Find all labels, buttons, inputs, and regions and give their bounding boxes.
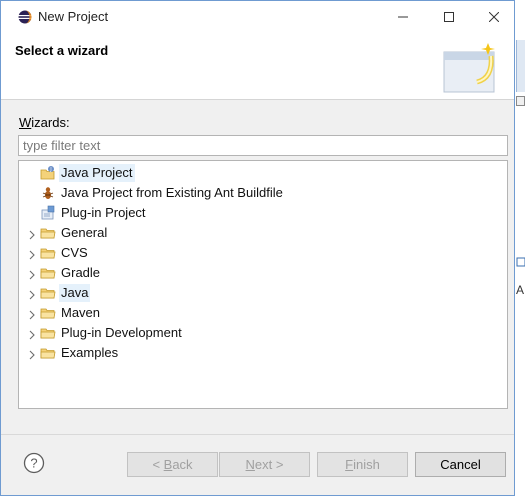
- chevron-right-icon[interactable]: [27, 248, 37, 260]
- next-button[interactable]: Next >: [219, 452, 310, 477]
- tree-item-label: Gradle: [61, 265, 101, 280]
- java-project-icon: J: [40, 165, 56, 181]
- tree-item-label: Java: [59, 284, 91, 302]
- chevron-right-icon[interactable]: [27, 228, 37, 240]
- chevron-right-icon[interactable]: [27, 308, 37, 320]
- tree-item-label: Plug-in Development: [61, 325, 182, 340]
- minimize-icon: [398, 16, 408, 17]
- wizard-tree[interactable]: J Java Project Java Project from Existing …: [18, 160, 508, 409]
- tree-item-label: CVS: [61, 245, 88, 260]
- chevron-right-icon[interactable]: [27, 268, 37, 280]
- eclipse-icon: [18, 10, 32, 24]
- filter-input[interactable]: [18, 135, 508, 156]
- minimize-button[interactable]: [380, 1, 426, 32]
- tree-item[interactable]: Java Project from Existing Ant Buildfile: [19, 183, 507, 203]
- background-window-edge: [516, 40, 525, 92]
- ant-project-icon: [40, 185, 56, 201]
- tree-item[interactable]: Gradle: [19, 263, 507, 283]
- wizards-label: Wizards:: [19, 115, 70, 130]
- tree-item[interactable]: CVS: [19, 243, 507, 263]
- tree-item[interactable]: General: [19, 223, 507, 243]
- tree-item[interactable]: J Java Project: [19, 163, 507, 183]
- title-bar: New Project: [1, 1, 514, 32]
- tree-item-label: Maven: [61, 305, 101, 320]
- folder-icon: [40, 345, 56, 361]
- background-window-icon: [516, 256, 525, 270]
- folder-icon: [40, 225, 56, 241]
- close-icon: [489, 11, 499, 22]
- back-button[interactable]: < Back: [127, 452, 218, 477]
- help-icon[interactable]: ?: [23, 452, 45, 474]
- chevron-right-icon[interactable]: [27, 328, 37, 340]
- chevron-right-icon[interactable]: [27, 288, 37, 300]
- folder-icon: [40, 245, 56, 261]
- tree-item-label: Java Project from Existing Ant Buildfile: [61, 185, 283, 200]
- maximize-button[interactable]: [426, 1, 472, 32]
- tree-item-label: Java Project: [59, 164, 135, 182]
- chevron-right-icon[interactable]: [27, 348, 37, 360]
- tree-item-label: Plug-in Project: [61, 205, 146, 220]
- plugin-project-icon: [40, 205, 56, 221]
- tree-item[interactable]: Plug-in Project: [19, 203, 507, 223]
- close-button[interactable]: [471, 1, 514, 32]
- folder-icon: [40, 265, 56, 281]
- maximize-icon: [444, 11, 454, 22]
- cancel-button[interactable]: Cancel: [415, 452, 506, 477]
- new-project-dialog: New Project Select a wizard Wizards: J Ja…: [0, 0, 515, 496]
- tree-item[interactable]: Maven: [19, 303, 507, 323]
- folder-icon: [40, 285, 56, 301]
- tree-item-label: General: [61, 225, 108, 240]
- page-title: Select a wizard: [15, 43, 109, 58]
- finish-button[interactable]: Finish: [317, 452, 408, 477]
- folder-icon: [40, 325, 56, 341]
- tree-item[interactable]: Examples: [19, 343, 507, 363]
- new-wizard-banner-icon: [443, 43, 495, 93]
- tree-item-label: Examples: [61, 345, 119, 360]
- svg-text:J: J: [49, 167, 51, 173]
- tree-item[interactable]: Java: [19, 283, 507, 303]
- wizard-header: Select a wizard: [1, 32, 514, 100]
- folder-icon: [40, 305, 56, 321]
- svg-text:?: ?: [30, 456, 37, 471]
- background-window-control: [516, 96, 525, 106]
- tree-item[interactable]: Plug-in Development: [19, 323, 507, 343]
- background-window-text: A: [516, 283, 525, 297]
- window-title: New Project: [38, 9, 109, 24]
- button-bar-separator: [1, 434, 514, 435]
